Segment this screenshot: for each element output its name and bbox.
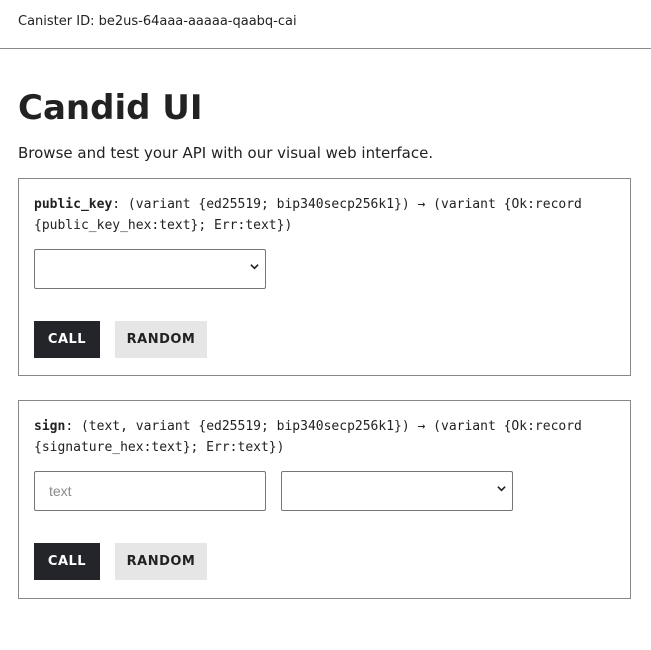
- method-signature: sign: (text, variant {ed25519; bip340sec…: [34, 416, 615, 458]
- method-inputs: [34, 471, 615, 511]
- page-subtitle: Browse and test your API with our visual…: [18, 144, 434, 162]
- method-type: : (variant {ed25519; bip340secp256k1}) →…: [34, 197, 590, 233]
- random-button[interactable]: RANDOM: [115, 543, 207, 580]
- page-title: Candid UI: [18, 88, 203, 128]
- method-card-sign: sign: (text, variant {ed25519; bip340sec…: [18, 400, 631, 599]
- variant-select[interactable]: [34, 249, 266, 289]
- method-actions: CALL RANDOM: [34, 543, 615, 580]
- method-signature: public_key: (variant {ed25519; bip340sec…: [34, 194, 615, 236]
- method-card-public-key: public_key: (variant {ed25519; bip340sec…: [18, 178, 631, 376]
- method-name: sign: [34, 419, 66, 434]
- chevron-down-icon: [250, 264, 259, 270]
- variant-select[interactable]: [281, 471, 513, 511]
- method-inputs: [34, 249, 615, 289]
- chevron-down-icon: [497, 486, 506, 492]
- method-name: public_key: [34, 197, 113, 212]
- random-button[interactable]: RANDOM: [115, 321, 207, 358]
- text-input[interactable]: [34, 471, 266, 511]
- method-actions: CALL RANDOM: [34, 321, 615, 358]
- main-content: Candid UI Browse and test your API with …: [0, 89, 651, 599]
- call-button[interactable]: CALL: [34, 321, 100, 358]
- method-type: : (text, variant {ed25519; bip340secp256…: [34, 419, 590, 455]
- canister-id-label: Canister ID: be2us-64aaa-aaaaa-qaabq-cai: [18, 14, 297, 29]
- header-bar: Canister ID: be2us-64aaa-aaaaa-qaabq-cai: [0, 0, 651, 49]
- call-button[interactable]: CALL: [34, 543, 100, 580]
